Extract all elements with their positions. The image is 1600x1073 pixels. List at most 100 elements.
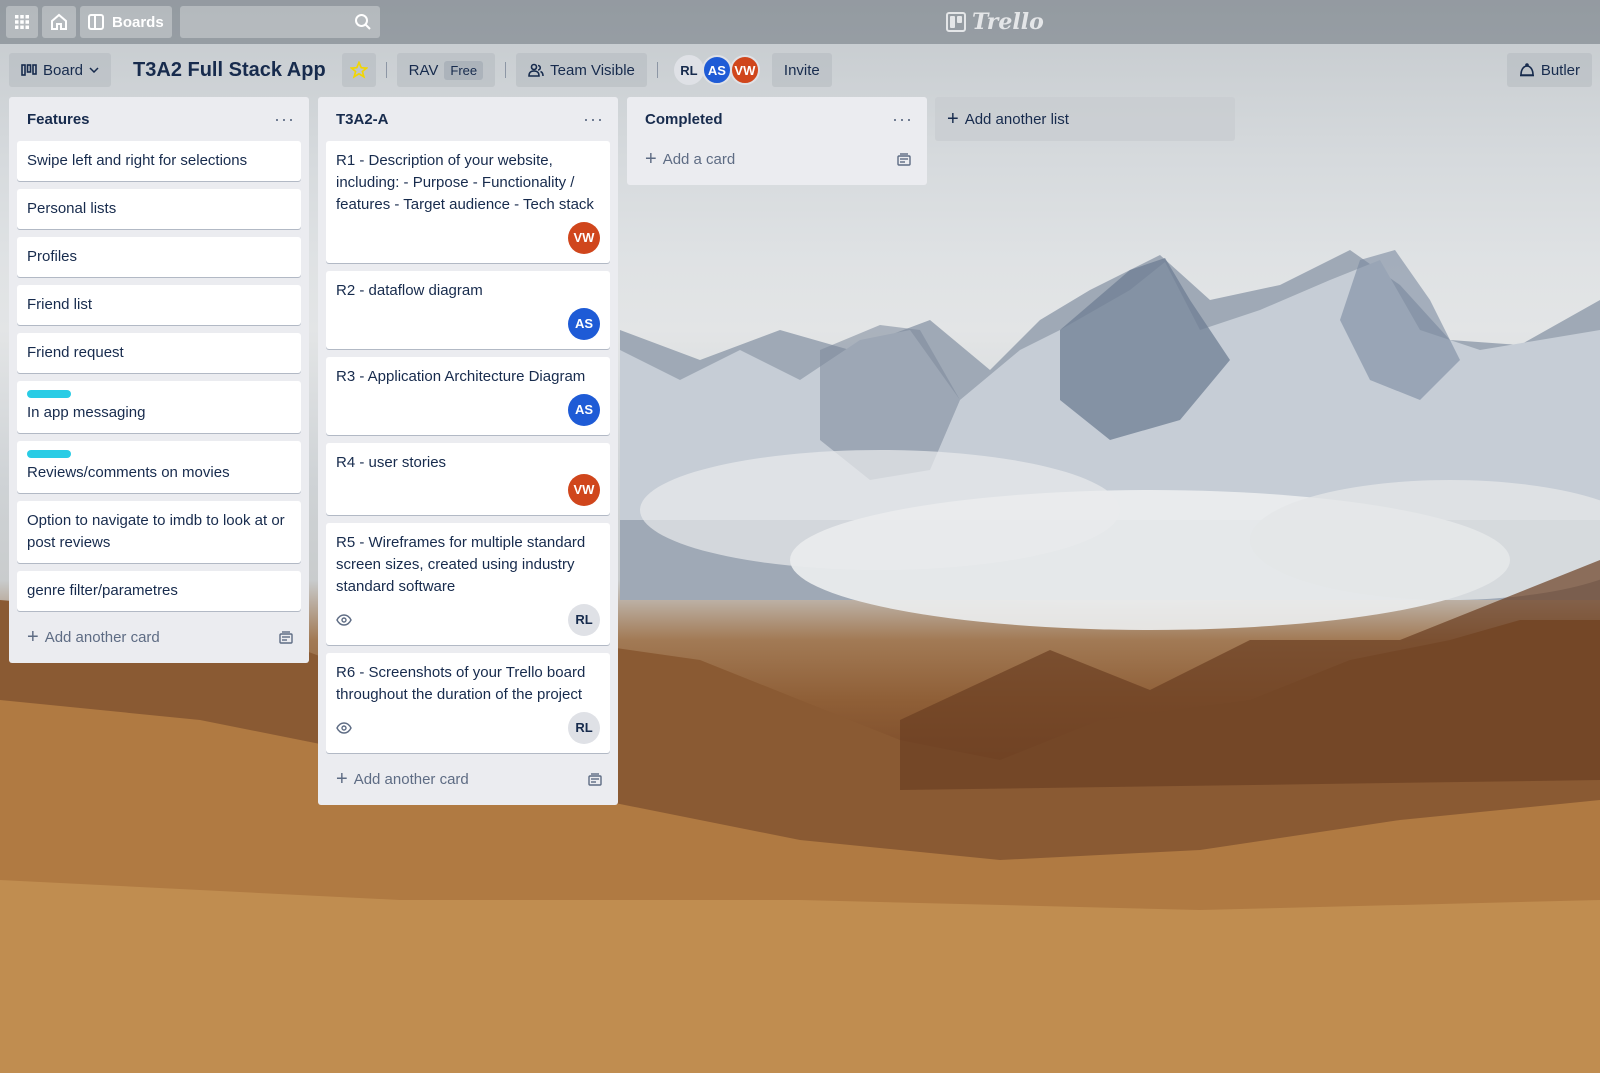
member-avatar[interactable]: RL [673, 55, 704, 85]
card-member-avatar[interactable]: VW [568, 222, 600, 254]
star-board-button[interactable] [341, 53, 376, 87]
watching-eye-icon [336, 614, 352, 626]
card[interactable]: Reviews/comments on movies [17, 441, 301, 493]
search-icon [354, 14, 371, 30]
card-title: Swipe left and right for selections [27, 152, 248, 169]
list-header: T3A2-A ··· [326, 97, 610, 141]
add-card-label: Add another card [44, 628, 160, 646]
card-member-avatar[interactable]: AS [568, 394, 600, 426]
list-menu-icon[interactable]: ··· [583, 110, 604, 128]
boards-label: Boards [112, 13, 164, 31]
list-features: Features ··· Swipe left and right for se… [9, 97, 309, 663]
card-title: Reviews/comments on movies [27, 464, 230, 481]
butler-label: Butler [1540, 61, 1580, 79]
card-label[interactable] [27, 450, 71, 458]
card-label[interactable] [27, 390, 71, 398]
visibility-button[interactable]: Team Visible [516, 53, 647, 87]
butler-button[interactable]: Butler [1506, 53, 1592, 87]
card[interactable]: R6 - Screenshots of your Trello board th… [326, 653, 610, 753]
card[interactable]: Personal lists [17, 189, 301, 229]
list-completed: Completed ··· + Add a card [627, 97, 927, 185]
add-card-button[interactable]: + Add a card [635, 141, 919, 177]
card-title: Friend list [27, 296, 93, 313]
board-view-switcher[interactable]: Board [9, 53, 112, 87]
card-title: Option to navigate to imdb to look at or… [27, 512, 285, 551]
add-card-button[interactable]: + Add another card [17, 619, 301, 655]
list-title[interactable]: Completed [645, 111, 723, 128]
boards-button[interactable]: Boards [80, 6, 172, 38]
list-header: Features ··· [17, 97, 301, 141]
card-title: genre filter/parametres [27, 582, 178, 599]
board-view-icon [21, 64, 37, 76]
trello-logo-icon [946, 12, 966, 32]
card-footer: VW [336, 474, 600, 506]
list-menu-icon[interactable]: ··· [274, 110, 295, 128]
add-card-button[interactable]: + Add another card [326, 761, 610, 797]
card[interactable]: Friend request [17, 333, 301, 373]
card-footer: RL [336, 712, 600, 744]
card[interactable]: Profiles [17, 237, 301, 277]
card-template-icon[interactable] [897, 152, 911, 166]
card-member-avatar[interactable]: VW [568, 474, 600, 506]
chevron-down-icon [89, 67, 99, 73]
card-title: R1 - Description of your website, includ… [336, 152, 594, 213]
butler-icon [1519, 63, 1534, 77]
card-member-avatar[interactable]: RL [568, 712, 600, 744]
apps-button[interactable] [6, 6, 38, 38]
card[interactable]: R4 - user stories VW [326, 443, 610, 515]
card[interactable]: Option to navigate to imdb to look at or… [17, 501, 301, 563]
home-button[interactable] [42, 6, 76, 38]
list-t3a2-a: T3A2-A ··· R1 - Description of your webs… [318, 97, 618, 805]
card[interactable]: R5 - Wireframes for multiple standard sc… [326, 523, 610, 645]
card-title: Personal lists [27, 200, 117, 217]
header-divider [656, 62, 658, 78]
plus-icon: + [27, 626, 39, 648]
team-button[interactable]: RAV Free [396, 53, 496, 87]
add-card-label: Add another card [353, 770, 469, 788]
header-divider [385, 62, 387, 78]
add-list-button[interactable]: + Add another list [935, 97, 1235, 141]
card-footer: AS [336, 308, 600, 340]
card-template-icon[interactable] [588, 772, 602, 786]
trello-logo-text: Trello [972, 9, 1044, 35]
card-footer: VW [336, 222, 600, 254]
card-title: R5 - Wireframes for multiple standard sc… [336, 534, 586, 595]
header-divider [505, 62, 507, 78]
card-template-icon[interactable] [279, 630, 293, 644]
card[interactable]: In app messaging [17, 381, 301, 433]
invite-button[interactable]: Invite [771, 53, 832, 87]
card[interactable]: genre filter/parametres [17, 571, 301, 611]
card-footer: RL [336, 604, 600, 636]
plus-icon: + [645, 148, 657, 170]
list-title[interactable]: T3A2-A [336, 111, 389, 128]
card-member-avatar[interactable]: AS [568, 308, 600, 340]
card[interactable]: R2 - dataflow diagram AS [326, 271, 610, 349]
board-view-label: Board [43, 61, 84, 79]
add-list-label: Add another list [964, 110, 1069, 128]
watching-eye-icon [336, 722, 352, 734]
plus-icon: + [947, 108, 959, 130]
search-input[interactable] [179, 6, 380, 38]
team-plan-badge: Free [444, 60, 484, 80]
team-visible-icon [528, 63, 544, 77]
card-title: In app messaging [27, 404, 146, 421]
home-icon [51, 13, 67, 30]
board-title[interactable]: T3A2 Full Stack App [115, 59, 338, 82]
card-title: R4 - user stories [336, 454, 447, 471]
list-title[interactable]: Features [27, 111, 90, 128]
global-topbar: Boards Trello [0, 0, 1600, 44]
member-avatar[interactable]: AS [701, 55, 732, 85]
list-header: Completed ··· [635, 97, 919, 141]
card[interactable]: R3 - Application Architecture Diagram AS [326, 357, 610, 435]
card-title: R6 - Screenshots of your Trello board th… [336, 664, 586, 703]
board-icon [88, 14, 104, 30]
card[interactable]: Swipe left and right for selections [17, 141, 301, 181]
member-avatar[interactable]: VW [729, 55, 760, 85]
visibility-label: Team Visible [550, 61, 635, 79]
star-icon [349, 61, 368, 79]
card[interactable]: R1 - Description of your website, includ… [326, 141, 610, 263]
card-member-avatar[interactable]: RL [568, 604, 600, 636]
trello-logo[interactable]: Trello [946, 9, 1044, 35]
card[interactable]: Friend list [17, 285, 301, 325]
list-menu-icon[interactable]: ··· [892, 110, 913, 128]
